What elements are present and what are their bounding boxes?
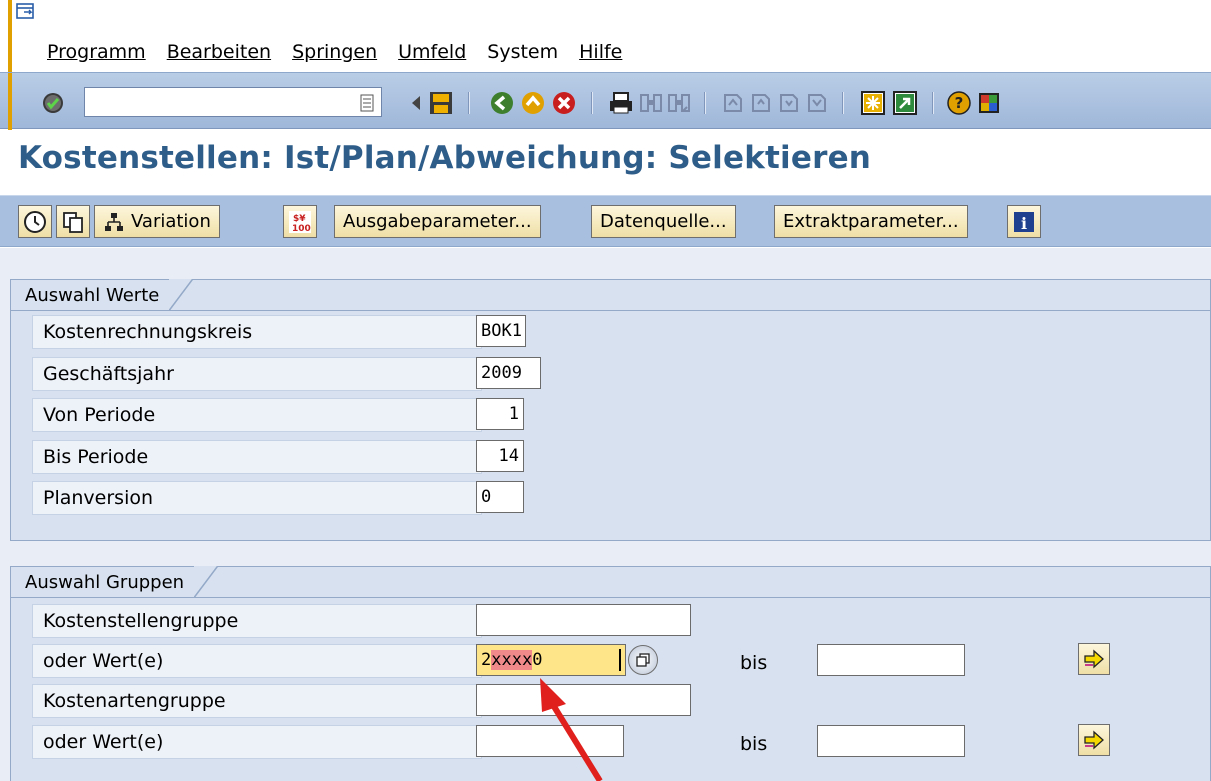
next-page-icon[interactable] xyxy=(776,90,802,116)
menu-hilfe[interactable]: Hilfe xyxy=(579,41,622,63)
page-title: Kostenstellen: Ist/Plan/Abweichung: Sele… xyxy=(18,140,872,176)
last-page-icon[interactable] xyxy=(804,90,830,116)
toolbar-accent-stripe xyxy=(8,73,12,130)
data-source-label: Datenquelle... xyxy=(600,211,727,232)
more-selections-button-kostenart[interactable] xyxy=(1078,724,1110,756)
copy-document-icon xyxy=(63,211,83,233)
extract-parameters-label: Extraktparameter... xyxy=(783,211,959,232)
menu-springen[interactable]: Springen xyxy=(292,41,377,63)
currency-button[interactable]: $¥ 100 xyxy=(283,205,317,238)
get-variant-button[interactable] xyxy=(56,205,90,238)
cost-center-to-field[interactable] xyxy=(817,644,965,676)
label-kostenrechnungskreis: Kostenrechnungskreis xyxy=(32,315,482,349)
arrow-right-icon xyxy=(1084,730,1104,750)
fiscal-year-field[interactable]: 2009 xyxy=(476,357,541,389)
label-oder-werte-kostenart: oder Wert(e) xyxy=(32,725,482,759)
menu-umfeld[interactable]: Umfeld xyxy=(398,41,466,63)
system-menu-icon[interactable] xyxy=(16,3,36,21)
help-icon[interactable]: ? xyxy=(946,90,972,116)
cost-center-value-prefix: 2 xyxy=(481,650,492,670)
controlling-area-field[interactable]: BOK1 xyxy=(476,315,526,347)
menu-programm[interactable]: Programm xyxy=(47,41,146,63)
toolbar-separator xyxy=(468,92,470,114)
toolbar-separator xyxy=(704,92,706,114)
toolbar-separator xyxy=(932,92,934,114)
menu-bearbeiten[interactable]: Bearbeiten xyxy=(167,41,271,63)
command-field[interactable] xyxy=(84,87,382,117)
collapse-left-icon[interactable] xyxy=(403,90,429,116)
label-geschaeftsjahr: Geschäftsjahr xyxy=(32,357,482,391)
new-session-icon[interactable] xyxy=(860,90,886,116)
svg-text:100: 100 xyxy=(292,224,311,234)
output-parameters-label: Ausgabeparameter... xyxy=(343,211,532,232)
save-icon[interactable] xyxy=(428,90,454,116)
cancel-icon[interactable] xyxy=(551,90,577,116)
find-next-icon[interactable] xyxy=(666,90,692,116)
toolbar-separator xyxy=(591,92,593,114)
first-page-icon[interactable] xyxy=(720,90,746,116)
system-toolbar: ? xyxy=(0,72,1211,130)
command-history-icon[interactable] xyxy=(356,92,378,114)
label-kostenartengruppe: Kostenartengruppe xyxy=(32,684,482,718)
application-toolbar: Variation $¥ 100 Ausgabeparameter... Date… xyxy=(0,195,1211,247)
currency-icon: $¥100 xyxy=(289,210,311,234)
label-planversion: Planversion xyxy=(32,481,482,515)
label-kostenstellengruppe: Kostenstellengruppe xyxy=(32,604,482,638)
hierarchy-icon xyxy=(105,212,123,231)
variation-button[interactable]: Variation xyxy=(94,205,220,238)
svg-text:$¥: $¥ xyxy=(293,214,306,224)
shortcut-icon[interactable] xyxy=(892,90,918,116)
arrow-right-icon xyxy=(1084,649,1104,669)
multiple-selection-button[interactable] xyxy=(628,645,658,675)
print-icon[interactable] xyxy=(608,90,634,116)
exit-icon[interactable] xyxy=(520,90,546,116)
info-icon: i xyxy=(1014,211,1034,233)
toolbar-separator xyxy=(842,92,844,114)
to-period-field[interactable]: 14 xyxy=(476,440,524,472)
layout-menu-icon[interactable] xyxy=(976,90,1002,116)
from-period-field[interactable]: 1 xyxy=(476,398,524,430)
annotation-arrow xyxy=(540,678,603,781)
execute-clock-icon xyxy=(24,210,46,233)
menu-accent-stripe xyxy=(8,0,12,72)
group-divider xyxy=(11,310,1210,311)
group-divider xyxy=(11,597,1210,598)
previous-page-icon[interactable] xyxy=(748,90,774,116)
data-source-button[interactable]: Datenquelle... xyxy=(591,205,736,238)
output-parameters-button[interactable]: Ausgabeparameter... xyxy=(334,205,541,238)
group-title: Auswahl Werte xyxy=(10,279,194,311)
info-button[interactable]: i xyxy=(1007,205,1041,238)
label-von-periode: Von Periode xyxy=(32,398,482,432)
menu-bar: Programm Bearbeiten Springen Umfeld Syst… xyxy=(0,0,1211,72)
variation-label: Variation xyxy=(131,211,211,232)
more-selections-button-kostenstelle[interactable] xyxy=(1078,643,1110,675)
enter-icon[interactable] xyxy=(40,90,66,116)
menu-system[interactable]: System xyxy=(487,41,558,63)
extract-parameters-button[interactable]: Extraktparameter... xyxy=(774,205,968,238)
svg-text:?: ? xyxy=(955,94,964,112)
bis-label-kostenart: bis xyxy=(740,733,768,755)
bis-label-kostenstelle: bis xyxy=(740,652,768,674)
group-title: Auswahl Gruppen xyxy=(10,566,219,598)
cost-center-group-field[interactable] xyxy=(476,604,691,636)
find-icon[interactable] xyxy=(638,90,664,116)
multiple-selection-icon xyxy=(636,653,650,667)
cost-element-to-field[interactable] xyxy=(817,725,965,757)
execute-button[interactable] xyxy=(18,205,52,238)
label-oder-werte-kostenstelle: oder Wert(e) xyxy=(32,644,482,678)
label-bis-periode: Bis Periode xyxy=(32,440,482,474)
back-icon[interactable] xyxy=(489,90,515,116)
svg-text:i: i xyxy=(1021,214,1027,233)
plan-version-field[interactable]: 0 xyxy=(476,481,524,513)
